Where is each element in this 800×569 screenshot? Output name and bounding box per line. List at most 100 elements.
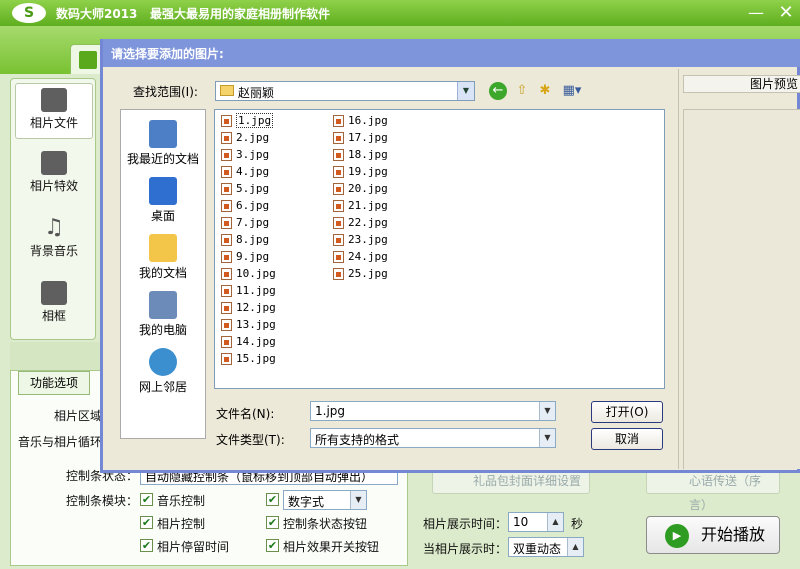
start-play-label: 开始播放	[701, 525, 766, 544]
file-item[interactable]: 17.jpg	[331, 130, 388, 146]
file-item[interactable]: 6.jpg	[219, 198, 269, 214]
file-item[interactable]: 3.jpg	[219, 147, 269, 163]
file-type-select[interactable]: 所有支持的格式 ▼	[310, 428, 556, 448]
minimize-button[interactable]: —	[746, 3, 766, 23]
look-in-select[interactable]: 赵丽颖 ▼	[215, 81, 475, 101]
file-name: 11.jpg	[236, 284, 276, 297]
file-item[interactable]: 10.jpg	[219, 266, 276, 282]
image-file-icon	[333, 251, 344, 263]
music-control-checkbox[interactable]: ✔	[140, 493, 153, 506]
file-name-input[interactable]: 1.jpg ▼	[310, 401, 556, 421]
back-icon[interactable]: ←	[489, 82, 507, 100]
digital-checkbox[interactable]: ✔	[266, 493, 279, 506]
effect-toggle-checkbox[interactable]: ✔	[266, 539, 279, 552]
digital-mode-value: 数字式	[288, 495, 325, 509]
up-folder-icon[interactable]: ⇧	[513, 82, 531, 100]
new-folder-icon[interactable]: ✱	[536, 82, 554, 100]
chevron-down-icon[interactable]: ▼	[539, 429, 555, 447]
my-computer-icon	[149, 291, 177, 319]
file-name: 24.jpg	[348, 250, 388, 263]
image-file-icon	[221, 353, 232, 365]
digital-mode-select[interactable]: 数字式 ▼	[283, 490, 367, 510]
file-item[interactable]: 1.jpg	[219, 113, 274, 129]
file-item[interactable]: 13.jpg	[219, 317, 276, 333]
file-item[interactable]: 22.jpg	[331, 215, 388, 231]
desktop-icon	[149, 177, 177, 205]
file-item[interactable]: 5.jpg	[219, 181, 269, 197]
place-network[interactable]: 网上邻居	[121, 344, 205, 400]
app-logo-icon: S	[12, 3, 46, 23]
file-item[interactable]: 18.jpg	[331, 147, 388, 163]
cancel-button[interactable]: 取消	[591, 428, 663, 450]
place-my-documents[interactable]: 我的文档	[121, 230, 205, 286]
bar-state-button-checkbox[interactable]: ✔	[266, 516, 279, 529]
file-name: 23.jpg	[348, 233, 388, 246]
file-item[interactable]: 8.jpg	[219, 232, 269, 248]
file-list[interactable]: 1.jpg 2.jpg 3.jpg 4.jpg 5.jpg 6.jpg 7.jpg 8.jpg…	[214, 109, 665, 389]
image-file-icon	[221, 115, 232, 127]
place-desktop[interactable]: 桌面	[121, 173, 205, 229]
file-type-label: 文件类型(T):	[216, 433, 285, 447]
start-play-button[interactable]: ▶ 开始播放	[646, 516, 780, 554]
file-item[interactable]: 16.jpg	[331, 113, 388, 129]
file-item[interactable]: 23.jpg	[331, 232, 388, 248]
image-file-icon	[221, 336, 232, 348]
photo-control-checkbox[interactable]: ✔	[140, 516, 153, 529]
tab-function-options[interactable]: 功能选项	[18, 371, 90, 395]
file-name: 4.jpg	[236, 165, 270, 178]
file-item[interactable]: 21.jpg	[331, 198, 388, 214]
file-name: 17.jpg	[348, 131, 388, 144]
spinner-icon[interactable]: ▲	[567, 538, 583, 556]
file-name: 19.jpg	[348, 165, 388, 178]
file-name: 14.jpg	[236, 335, 276, 348]
folder-icon	[220, 85, 234, 96]
image-file-icon	[221, 319, 232, 331]
file-name: 7.jpg	[236, 216, 270, 229]
chevron-down-icon[interactable]: ▼	[350, 491, 366, 509]
file-item[interactable]: 9.jpg	[219, 249, 269, 265]
image-file-icon	[221, 302, 232, 314]
photo-duration-checkbox[interactable]: ✔	[140, 539, 153, 552]
home-icon	[79, 51, 97, 69]
sidebar-item-photo-files[interactable]: 相片文件	[15, 83, 93, 139]
sidebar-item-background-music[interactable]: ♫ 背景音乐	[15, 212, 93, 268]
place-recent-docs[interactable]: 我最近的文档	[121, 116, 205, 172]
file-item[interactable]: 19.jpg	[331, 164, 388, 180]
place-my-computer[interactable]: 我的电脑	[121, 287, 205, 343]
spinner-icon[interactable]: ▲	[547, 513, 563, 531]
add-picture-dialog: 请选择要添加的图片: 查找范围(I): 赵丽颖 ▼ ← ⇧ ✱ ▦▾ 我最近的文…	[100, 39, 800, 473]
file-item[interactable]: 24.jpg	[331, 249, 388, 265]
photo-duration-label: 相片停留时间	[157, 540, 230, 554]
chevron-down-icon[interactable]: ▼	[457, 82, 474, 100]
chevron-down-icon[interactable]: ▼	[539, 402, 555, 420]
file-item[interactable]: 14.jpg	[219, 334, 276, 350]
place-label: 我的电脑	[138, 323, 187, 337]
place-label: 桌面	[150, 209, 175, 223]
recent-docs-icon	[149, 120, 177, 148]
close-button[interactable]: ✕	[776, 3, 796, 23]
sidebar-item-label: 相片文件	[29, 116, 78, 130]
file-name: 3.jpg	[236, 148, 270, 161]
display-time-input[interactable]: 10 ▲	[508, 512, 564, 532]
view-menu-icon[interactable]: ▦▾	[560, 82, 584, 100]
open-button[interactable]: 打开(O)	[591, 401, 663, 423]
file-item[interactable]: 15.jpg	[219, 351, 276, 367]
image-file-icon	[221, 234, 232, 246]
file-item[interactable]: 20.jpg	[331, 181, 388, 197]
file-item[interactable]: 7.jpg	[219, 215, 269, 231]
file-type-value: 所有支持的格式	[315, 433, 400, 447]
file-item[interactable]: 2.jpg	[219, 130, 269, 146]
control-bar-module-label: 控制条模块：	[66, 494, 139, 508]
file-item[interactable]: 12.jpg	[219, 300, 276, 316]
file-item[interactable]: 4.jpg	[219, 164, 269, 180]
file-item[interactable]: 11.jpg	[219, 283, 276, 299]
when-showing-select[interactable]: 双重动态 ▲	[508, 537, 584, 557]
sidebar-item-photo-effects[interactable]: 相片特效	[15, 147, 93, 203]
sidebar-item-frame[interactable]: 相框	[15, 277, 93, 333]
image-file-icon	[221, 268, 232, 280]
file-item[interactable]: 25.jpg	[331, 266, 388, 282]
effects-icon	[41, 151, 67, 175]
music-control-label: 音乐控制	[157, 494, 206, 508]
file-name-value: 1.jpg	[315, 404, 346, 418]
music-loop-label: 音乐与相片循环	[18, 435, 103, 449]
